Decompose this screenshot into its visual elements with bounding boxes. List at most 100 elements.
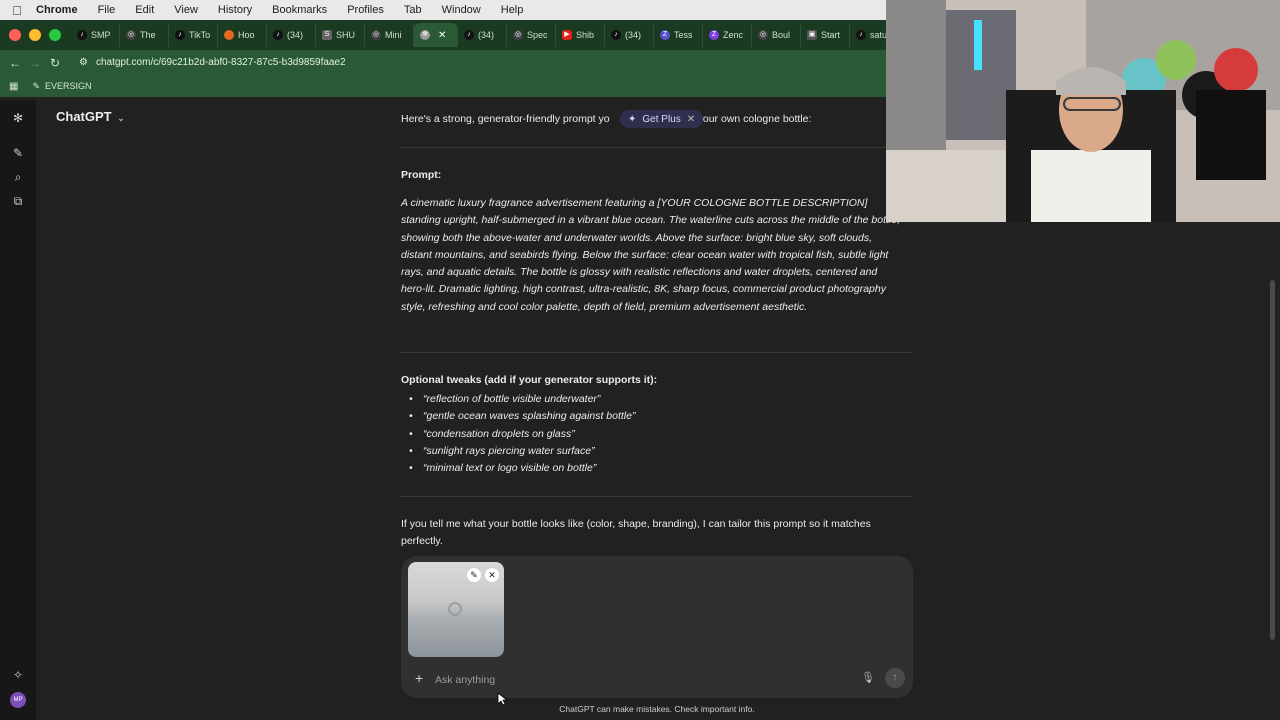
tiktok-icon: ♪ xyxy=(856,30,866,40)
back-icon[interactable]: ← xyxy=(5,56,25,70)
globe-icon: ◎ xyxy=(513,30,523,40)
tab-label: Tess xyxy=(674,30,693,40)
z-icon: Z xyxy=(709,30,719,40)
browser-tab[interactable]: ♪ SMP xyxy=(71,23,120,47)
chat-input[interactable] xyxy=(435,672,835,688)
tab-label: (34) xyxy=(287,30,304,40)
edit-image-icon[interactable]: ✎ xyxy=(467,568,481,582)
divider xyxy=(401,147,913,148)
youtube-icon: ▶ xyxy=(562,30,572,40)
reload-icon[interactable]: ↻ xyxy=(45,56,65,70)
disclaimer-text: ChatGPT can make mistakes. Check importa… xyxy=(559,704,755,714)
browser-tab-active[interactable]: ✻ ✕ xyxy=(414,23,458,47)
site-settings-icon[interactable]: ⚙ xyxy=(79,57,88,68)
browser-tab[interactable]: ◎ Spec xyxy=(507,23,556,47)
menu-file[interactable]: File xyxy=(88,4,126,16)
prompt-body: A cinematic luxury fragrance advertiseme… xyxy=(401,197,901,313)
browser-tab[interactable]: ▣ Start xyxy=(801,23,850,47)
attached-image-thumbnail[interactable]: ✎ ✕ xyxy=(408,562,504,657)
minimize-window-button[interactable] xyxy=(29,29,41,41)
menu-app[interactable]: Chrome xyxy=(34,4,88,16)
get-plus-button[interactable]: ✦ Get Plus ✕ xyxy=(620,110,704,128)
intro-text: Here's a strong, generator-friendly prom… xyxy=(401,113,610,125)
browser-tab[interactable]: ♪ TikTo xyxy=(169,23,218,47)
tab-label: Shib xyxy=(576,30,595,40)
menu-history[interactable]: History xyxy=(208,4,262,16)
browser-tab[interactable]: S SHU xyxy=(316,23,365,47)
tweaks-list: “reflection of bottle visible underwater… xyxy=(401,391,913,478)
composer: ✎ ✕ + 🎙 ↑ xyxy=(401,556,913,698)
chevron-down-icon: ⌄ xyxy=(117,113,125,123)
close-icon[interactable]: ✕ xyxy=(687,114,695,125)
tiktok-icon: ♪ xyxy=(77,30,87,40)
avatar[interactable]: MP xyxy=(10,692,26,708)
closing-text: If you tell me what your bottle looks li… xyxy=(401,518,871,548)
bookmark-item[interactable]: ✎ EVERSIGN xyxy=(32,81,91,92)
tab-label: Zenc xyxy=(723,30,744,40)
pen-icon: ✎ xyxy=(32,80,40,91)
menu-edit[interactable]: Edit xyxy=(125,4,164,16)
microphone-icon[interactable]: 🎙 xyxy=(861,671,875,684)
browser-tab[interactable]: ♪ (34) xyxy=(267,23,316,47)
sidebar-rail: ✻ ✎ ⌕ ⧉ ✧ MP xyxy=(0,100,36,720)
model-selector[interactable]: ChatGPT ⌄ xyxy=(56,109,125,124)
tiktok-icon: ♪ xyxy=(175,30,185,40)
close-tab-icon[interactable]: ✕ xyxy=(438,30,446,41)
upgrade-sparkle-icon[interactable]: ✧ xyxy=(10,667,26,683)
add-attachment-icon[interactable]: + xyxy=(415,670,423,686)
list-item: “gentle ocean waves splashing against bo… xyxy=(401,408,913,426)
tweaks-heading: Optional tweaks (add if your generator s… xyxy=(401,374,658,386)
openai-logo-icon[interactable]: ✻ xyxy=(10,110,26,126)
tab-label: (34) xyxy=(478,30,495,40)
tiktok-icon: ♪ xyxy=(273,30,283,40)
remove-image-icon[interactable]: ✕ xyxy=(485,568,499,582)
apple-icon[interactable]:  xyxy=(0,3,34,18)
globe-icon: ◎ xyxy=(758,30,768,40)
tab-label: The xyxy=(140,30,156,40)
library-icon[interactable]: ⧉ xyxy=(10,193,26,209)
globe-icon: ◎ xyxy=(371,30,381,40)
intro-text-end: your own cologne bottle: xyxy=(697,113,812,125)
divider xyxy=(401,496,913,497)
browser-tab[interactable]: Z Zenc xyxy=(703,23,752,47)
menu-tab[interactable]: Tab xyxy=(394,4,432,16)
search-icon[interactable]: ⌕ xyxy=(10,169,26,185)
webcam-overlay xyxy=(886,0,1280,222)
webcam-feed-image xyxy=(886,0,1280,222)
browser-tab[interactable]: ◎ Boul xyxy=(752,23,801,47)
browser-tab[interactable]: Hoo xyxy=(218,23,267,47)
address-bar[interactable]: ⚙ chatgpt.com/c/69c21b2d-abf0-8327-87c5-… xyxy=(79,57,346,68)
close-window-button[interactable] xyxy=(9,29,21,41)
tab-label: (34) xyxy=(625,30,642,40)
bookmarks-divider xyxy=(0,97,886,100)
send-button[interactable]: ↑ xyxy=(885,668,905,688)
divider xyxy=(401,352,913,353)
browser-tab[interactable]: ♪ (34) xyxy=(605,23,654,47)
apps-grid-icon[interactable]: ▦ xyxy=(9,81,18,92)
browser-tab[interactable]: ♪ (34) xyxy=(458,23,507,47)
tab-label: TikTo xyxy=(189,30,211,40)
browser-tab[interactable]: ◎ Mini xyxy=(365,23,414,47)
orange-circle-icon xyxy=(224,30,234,40)
tab-label: Start xyxy=(821,30,841,40)
browser-tab[interactable]: Z Tess xyxy=(654,23,703,47)
cube-icon: ▣ xyxy=(807,30,817,40)
url-text[interactable]: chatgpt.com/c/69c21b2d-abf0-8327-87c5-b3… xyxy=(96,57,346,68)
menu-bookmarks[interactable]: Bookmarks xyxy=(262,4,337,16)
menu-help[interactable]: Help xyxy=(491,4,534,16)
tab-label: Spec xyxy=(527,30,548,40)
scrollbar[interactable] xyxy=(1270,280,1275,640)
browser-tab[interactable]: ▶ Shib xyxy=(556,23,605,47)
get-plus-label: Get Plus xyxy=(642,113,681,125)
new-chat-icon[interactable]: ✎ xyxy=(10,145,26,161)
zoom-window-button[interactable] xyxy=(49,29,61,41)
z-icon: Z xyxy=(660,30,670,40)
menu-profiles[interactable]: Profiles xyxy=(337,4,394,16)
menu-view[interactable]: View xyxy=(164,4,208,16)
prompt-heading: Prompt: xyxy=(401,169,442,181)
forward-icon[interactable]: → xyxy=(25,56,45,70)
menu-window[interactable]: Window xyxy=(432,4,491,16)
sparkle-icon: ✦ xyxy=(628,113,637,125)
browser-tab[interactable]: ◎ The xyxy=(120,23,169,47)
mouse-cursor-icon xyxy=(497,692,507,706)
